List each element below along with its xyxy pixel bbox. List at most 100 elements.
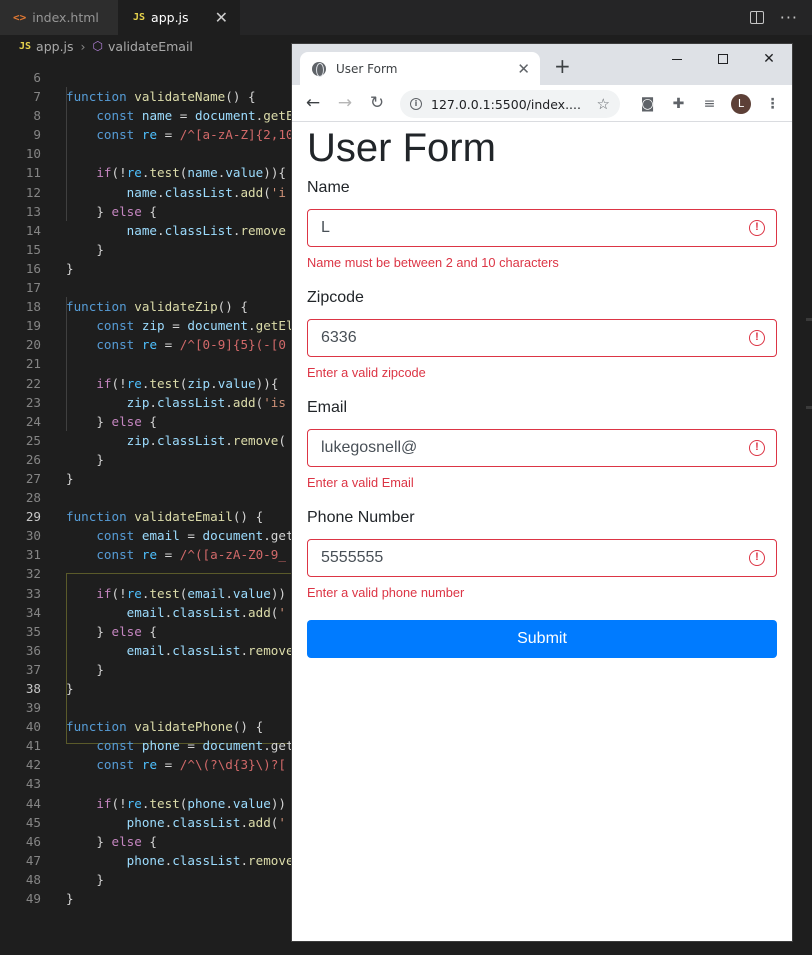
code-line[interactable]: 16} (0, 259, 292, 278)
tab-app-js[interactable]: JS app.js ✕ (118, 0, 240, 35)
code-text: name.classList.add('i (126, 184, 286, 200)
code-line[interactable]: 46 } else { (0, 832, 292, 851)
code-line[interactable]: 49} (0, 889, 292, 908)
code-line[interactable]: 13 } else { (0, 202, 292, 221)
name-input[interactable] (308, 210, 776, 246)
page-content: User Form Name ! Name must be between 2 … (307, 122, 777, 658)
email-error-message: Enter a valid Email (307, 475, 414, 490)
breadcrumb-symbol[interactable]: validateEmail (108, 39, 193, 54)
code-line[interactable]: 14 name.classList.remove (0, 221, 292, 240)
code-line[interactable]: 35 } else { (0, 622, 292, 641)
code-line[interactable]: 6 (0, 68, 292, 87)
bookmark-star-icon[interactable]: ☆ (597, 95, 610, 113)
code-line[interactable]: 43 (0, 774, 292, 793)
code-line[interactable]: 27} (0, 469, 292, 488)
camera-icon[interactable]: ◙ (632, 96, 663, 112)
phone-input[interactable] (308, 540, 776, 576)
line-number: 6 (33, 70, 41, 85)
code-text: } else { (66, 623, 158, 639)
error-icon: ! (749, 550, 765, 566)
address-bar[interactable]: i 127.0.0.1:5500/index.... ☆ (400, 90, 620, 118)
submit-button[interactable]: Submit (307, 620, 777, 658)
code-line[interactable]: 32 (0, 564, 292, 583)
code-line[interactable]: 34 email.classList.add(' (0, 603, 292, 622)
code-line[interactable]: 44 if(!re.test(phone.value)) (0, 794, 292, 813)
chevron-right-icon: › (80, 38, 86, 54)
name-error-message: Name must be between 2 and 10 characters (307, 255, 559, 270)
code-line[interactable]: 36 email.classList.remove (0, 641, 294, 660)
maximize-button[interactable] (700, 44, 746, 74)
code-line[interactable]: 37 } (0, 660, 292, 679)
zipcode-input[interactable] (308, 320, 776, 356)
back-arrow-icon[interactable]: ← (297, 93, 329, 113)
code-line[interactable]: 18 function validateZip() { (0, 297, 292, 316)
reload-icon[interactable]: ↻ (361, 93, 393, 113)
js-file-icon: JS (133, 12, 146, 23)
code-line[interactable]: 48 } (0, 870, 292, 889)
code-editor[interactable]: 6 7 function validateName() {8 const name … (0, 68, 294, 908)
new-tab-button[interactable]: + (554, 56, 571, 76)
code-line[interactable]: 20 const re = /^[0-9]{5}(-[0 (0, 335, 292, 354)
code-line[interactable]: 11 if(!re.test(name.value)){ (0, 163, 292, 182)
breadcrumb-file[interactable]: app.js (36, 39, 74, 54)
code-line[interactable]: 39 (0, 698, 292, 717)
line-number: 20 (25, 337, 41, 353)
code-line[interactable]: 7 function validateName() { (0, 87, 292, 106)
line-number: 24 (25, 413, 41, 429)
menu-kebab-icon[interactable]: ⋮ (757, 96, 788, 112)
extensions-puzzle-icon[interactable]: ✚ (663, 96, 694, 112)
media-queue-icon[interactable]: ≡ (694, 96, 725, 112)
profile-avatar[interactable]: L (731, 93, 751, 114)
code-line[interactable]: 9 const re = /^[a-zA-Z]{2,10 (0, 125, 293, 144)
close-tab-icon[interactable]: ✕ (517, 60, 530, 78)
code-text: const name = document.getE (96, 108, 294, 124)
code-line[interactable]: 21 (0, 354, 292, 373)
code-line[interactable]: 24 } else { (0, 412, 292, 431)
forward-arrow-icon[interactable]: → (329, 93, 361, 113)
code-text: if(!re.test(name.value)){ (96, 165, 286, 181)
tab-index-html[interactable]: <> index.html (0, 0, 118, 35)
browser-window: User Form ✕ + ✕ ← → ↻ i 127.0.0.1:5500/i… (292, 44, 792, 941)
code-line[interactable]: 41 const phone = document.get (0, 736, 294, 755)
code-line[interactable]: 17 (0, 278, 292, 297)
code-line[interactable]: 12 name.classList.add('i (0, 183, 292, 202)
code-line[interactable]: 26 } (0, 450, 292, 469)
info-icon[interactable]: i (410, 98, 422, 110)
code-line[interactable]: 22 if(!re.test(zip.value)){ (0, 374, 292, 393)
code-line[interactable]: 38} (0, 679, 292, 698)
line-number: 25 (25, 432, 41, 448)
code-line[interactable]: 40 function validatePhone() { (0, 717, 292, 736)
code-line[interactable]: 30 const email = document.get (0, 526, 294, 545)
email-label: Email (307, 399, 348, 416)
code-line[interactable]: 31 const re = /^([a-zA-Z0-9_ (0, 545, 292, 564)
close-tab-icon[interactable]: ✕ (215, 8, 228, 27)
line-number: 44 (25, 795, 41, 811)
scrollbar-marker (806, 318, 812, 321)
close-window-button[interactable]: ✕ (746, 44, 792, 74)
code-line[interactable]: 23 zip.classList.add('is (0, 393, 292, 412)
code-line[interactable]: 33 if(!re.test(email.value)) (0, 584, 292, 603)
minimize-button[interactable] (654, 44, 700, 74)
email-input[interactable] (308, 430, 776, 466)
code-line[interactable]: 47 phone.classList.remove (0, 851, 294, 870)
email-field-wrapper: ! (307, 429, 777, 467)
code-line[interactable]: 45 phone.classList.add(' (0, 813, 292, 832)
code-line[interactable]: 25 zip.classList.remove( (0, 431, 292, 450)
editor-tab-bar: <> index.html JS app.js ✕ ··· (0, 0, 812, 35)
more-actions-icon[interactable]: ··· (780, 8, 798, 27)
code-line[interactable]: 29 function validateEmail() { (0, 507, 292, 526)
code-text: } else { (66, 413, 158, 429)
code-line[interactable]: 19 const zip = document.getEl (0, 316, 294, 335)
line-number: 40 (25, 719, 41, 735)
code-line[interactable]: 10 (0, 144, 292, 163)
line-number: 15 (25, 241, 41, 257)
code-line[interactable]: 8 const name = document.getE (0, 106, 294, 125)
code-line[interactable]: 15 } (0, 240, 292, 259)
split-editor-icon[interactable] (749, 11, 764, 24)
browser-tab[interactable]: User Form ✕ (300, 52, 540, 85)
line-number: 14 (25, 222, 41, 238)
line-number: 26 (25, 451, 41, 467)
code-line[interactable]: 28 (0, 488, 292, 507)
line-number: 18 (25, 299, 41, 315)
code-line[interactable]: 42 const re = /^\(?\d{3}\)?[ (0, 755, 292, 774)
